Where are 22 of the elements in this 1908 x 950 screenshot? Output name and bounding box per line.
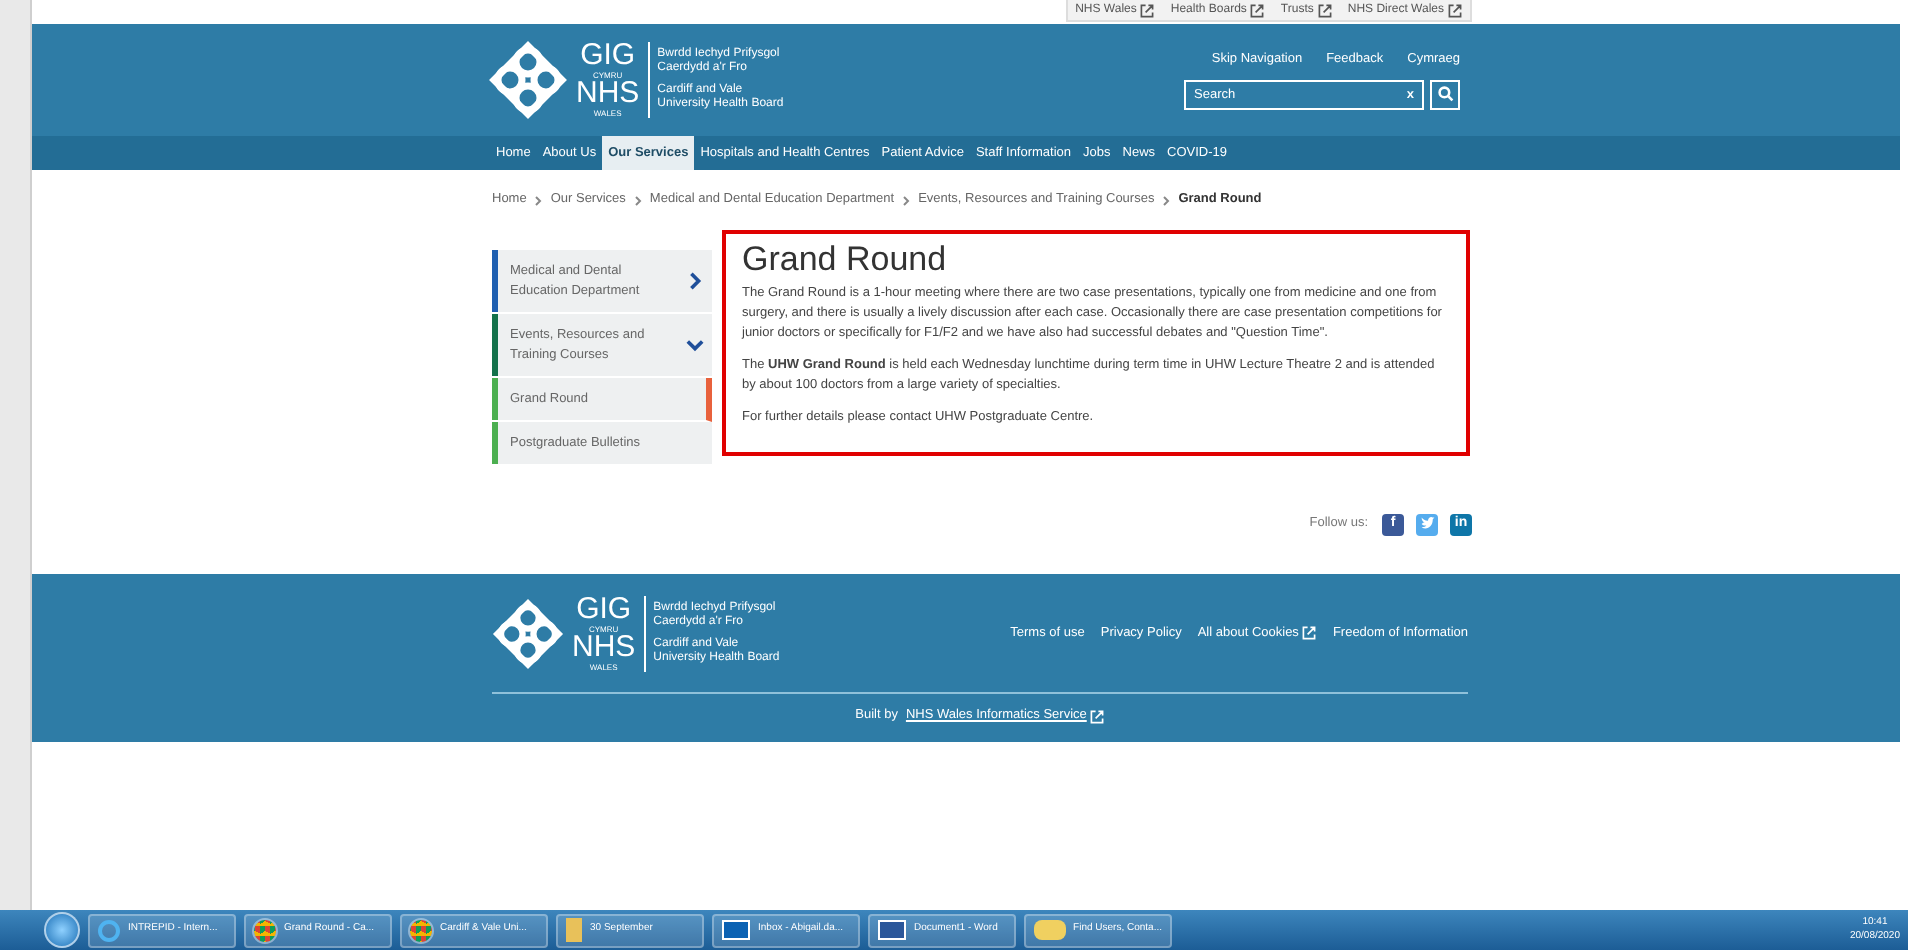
breadcrumb-separator-icon <box>633 195 642 205</box>
breadcrumb-separator-icon <box>902 195 911 205</box>
logo-knot-icon <box>492 597 564 669</box>
external-link-icon <box>1140 3 1155 17</box>
logo-knot-icon <box>488 40 568 120</box>
logo-gig-text: GIG <box>576 595 632 623</box>
logo-nhs-text: NHS <box>576 80 640 108</box>
breadcrumb-separator-icon <box>534 195 543 205</box>
external-link-icon <box>1090 709 1105 723</box>
search-icon <box>1437 86 1453 103</box>
external-link-icon <box>1317 3 1332 17</box>
logo-nhs-text: NHS <box>572 633 636 661</box>
breadcrumb-separator-icon <box>1162 195 1171 205</box>
start-button[interactable] <box>44 912 80 948</box>
external-link-icon <box>1448 3 1462 17</box>
page-title: Grand Round <box>742 242 949 278</box>
search-button[interactable] <box>1430 79 1460 110</box>
logo-gig-text: GIG <box>580 42 636 70</box>
external-link-icon <box>1302 626 1317 640</box>
folder-icon <box>566 918 582 942</box>
twitter-icon[interactable] <box>1416 513 1438 535</box>
external-link-icon <box>1250 3 1265 17</box>
